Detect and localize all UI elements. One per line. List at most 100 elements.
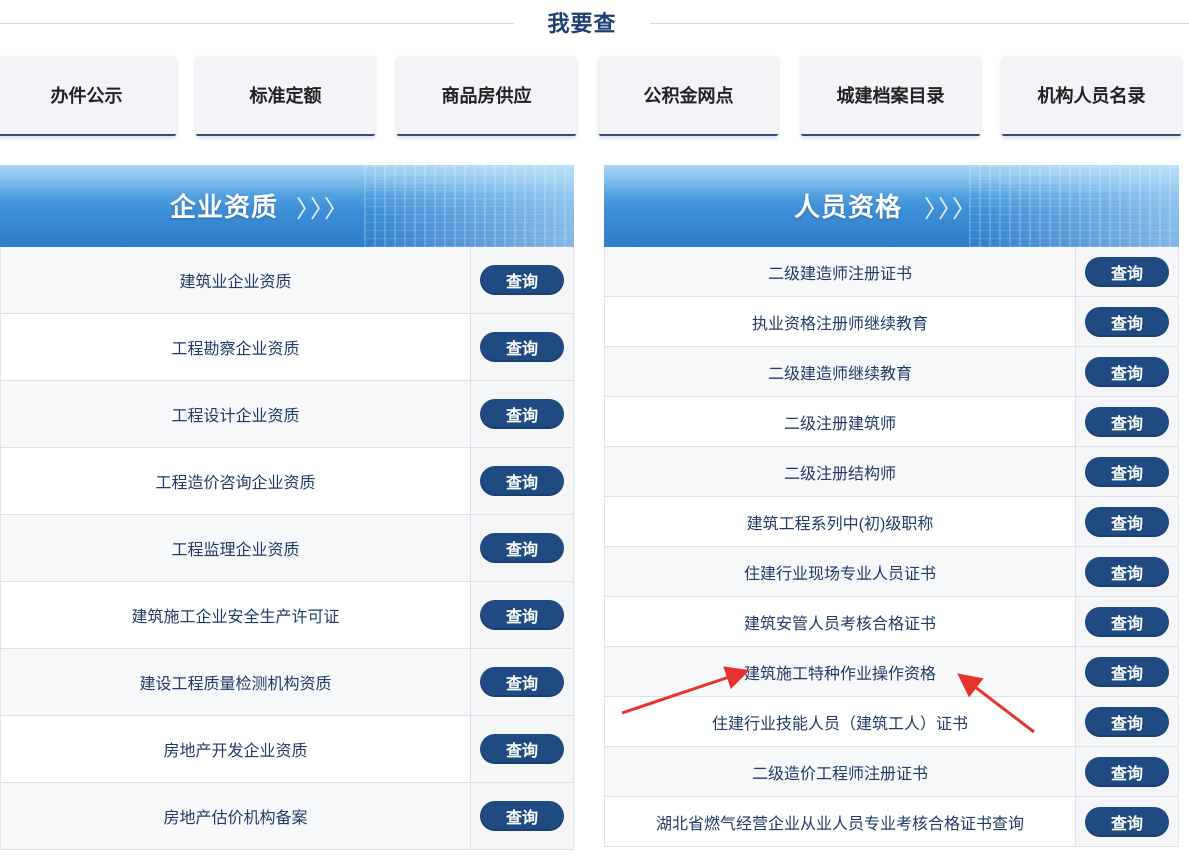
query-button[interactable]: 查询: [480, 265, 564, 295]
row-action-cell: 查询: [1076, 497, 1178, 546]
row-label: 二级注册结构师: [605, 447, 1076, 496]
row-action-cell: 查询: [471, 716, 573, 782]
title-divider-right: [650, 23, 1189, 24]
table-row: 执业资格注册师继续教育 查询: [605, 297, 1178, 347]
row-label: 工程勘察企业资质: [1, 314, 471, 380]
section-header: 我要查: [0, 0, 1189, 42]
query-button[interactable]: 查询: [1085, 406, 1169, 437]
row-action-cell: 查询: [1076, 397, 1178, 446]
table-row: 住建行业现场专业人员证书 查询: [605, 547, 1178, 597]
row-label: 工程监理企业资质: [1, 515, 471, 581]
query-button[interactable]: 查询: [480, 801, 564, 831]
personnel-banner-title: 人员资格: [794, 193, 903, 223]
chevron-right-icon: 〉〉〉: [296, 196, 350, 223]
quick-link-gongjijin[interactable]: 公积金网点: [599, 56, 778, 136]
row-label: 建筑施工企业安全生产许可证: [1, 582, 471, 648]
query-button[interactable]: 查询: [1085, 556, 1169, 587]
query-button[interactable]: 查询: [1085, 756, 1169, 787]
quick-link-jigou[interactable]: 机构人员名录: [1002, 56, 1181, 136]
row-label: 二级造价工程师注册证书: [605, 747, 1076, 796]
row-action-cell: 查询: [1076, 747, 1178, 796]
row-action-cell: 查询: [471, 515, 573, 581]
table-row: 房地产估价机构备案 查询: [1, 783, 573, 850]
personnel-qualification-panel: 人员资格 〉〉〉 二级建造师注册证书 查询 执业资格注册师继续教育 查询 二级建造师继续…: [604, 165, 1179, 847]
table-row: 建筑业企业资质 查询: [1, 247, 573, 314]
query-button[interactable]: 查询: [1085, 706, 1169, 737]
table-row: 二级建造师继续教育 查询: [605, 347, 1178, 397]
row-label: 建筑业企业资质: [1, 247, 471, 313]
table-row: 住建行业技能人员（建筑工人）证书 查询: [605, 697, 1178, 747]
table-row: 工程造价咨询企业资质 查询: [1, 448, 573, 515]
row-label: 湖北省燃气经营企业从业人员专业考核合格证书查询: [605, 797, 1076, 846]
table-row: 房地产开发企业资质 查询: [1, 716, 573, 783]
table-row: 建筑施工企业安全生产许可证 查询: [1, 582, 573, 649]
row-action-cell: 查询: [471, 783, 573, 849]
enterprise-banner: 企业资质 〉〉〉: [0, 165, 574, 247]
table-row: 二级造价工程师注册证书 查询: [605, 747, 1178, 797]
quick-link-chengjian[interactable]: 城建档案目录: [801, 56, 980, 136]
query-button[interactable]: 查询: [480, 734, 564, 764]
row-action-cell: 查询: [471, 649, 573, 715]
table-row: 建筑施工特种作业操作资格 查询: [605, 647, 1178, 697]
row-label: 工程造价咨询企业资质: [1, 448, 471, 514]
row-action-cell: 查询: [471, 381, 573, 447]
table-row: 工程勘察企业资质 查询: [1, 314, 573, 381]
row-action-cell: 查询: [471, 314, 573, 380]
section-title: 我要查: [547, 11, 617, 36]
table-row: 建筑安管人员考核合格证书 查询: [605, 597, 1178, 647]
table-row: 工程监理企业资质 查询: [1, 515, 573, 582]
query-button[interactable]: 查询: [480, 466, 564, 496]
table-row: 建设工程质量检测机构资质 查询: [1, 649, 573, 716]
row-action-cell: 查询: [471, 582, 573, 648]
query-button[interactable]: 查询: [1085, 306, 1169, 337]
row-label: 住建行业现场专业人员证书: [605, 547, 1076, 596]
row-action-cell: 查询: [1076, 647, 1178, 696]
query-button[interactable]: 查询: [480, 332, 564, 362]
quick-link-shangpinfang[interactable]: 商品房供应: [397, 56, 576, 136]
table-row: 建筑工程系列中(初)级职称 查询: [605, 497, 1178, 547]
row-action-cell: 查询: [1076, 697, 1178, 746]
personnel-list: 二级建造师注册证书 查询 执业资格注册师继续教育 查询 二级建造师继续教育 查询 二级注册建…: [604, 247, 1179, 847]
query-button[interactable]: 查询: [1085, 256, 1169, 287]
row-label: 住建行业技能人员（建筑工人）证书: [605, 697, 1076, 746]
row-label: 工程设计企业资质: [1, 381, 471, 447]
row-label: 建设工程质量检测机构资质: [1, 649, 471, 715]
row-label: 二级注册建筑师: [605, 397, 1076, 446]
row-label: 建筑施工特种作业操作资格: [605, 647, 1076, 696]
row-action-cell: 查询: [1076, 297, 1178, 346]
row-action-cell: 查询: [1076, 797, 1178, 846]
row-label: 二级建造师注册证书: [605, 247, 1076, 296]
table-row: 湖北省燃气经营企业从业人员专业考核合格证书查询 查询: [605, 797, 1178, 847]
query-button[interactable]: 查询: [480, 667, 564, 697]
enterprise-qualification-panel: 企业资质 〉〉〉 建筑业企业资质 查询 工程勘察企业资质 查询 工程设计企业资质 查询 工程…: [0, 165, 574, 850]
table-row: 二级建造师注册证书 查询: [605, 247, 1178, 297]
query-button[interactable]: 查询: [480, 399, 564, 429]
row-action-cell: 查询: [471, 247, 573, 313]
quick-link-biaozhun[interactable]: 标准定额: [196, 56, 375, 136]
query-button[interactable]: 查询: [1085, 456, 1169, 487]
query-button[interactable]: 查询: [1085, 356, 1169, 387]
row-label: 建筑工程系列中(初)级职称: [605, 497, 1076, 546]
row-action-cell: 查询: [1076, 247, 1178, 296]
personnel-banner: 人员资格 〉〉〉: [604, 165, 1179, 247]
table-row: 二级注册结构师 查询: [605, 447, 1178, 497]
chevron-right-icon: 〉〉〉: [924, 196, 978, 223]
query-button[interactable]: 查询: [480, 600, 564, 630]
table-row: 二级注册建筑师 查询: [605, 397, 1178, 447]
row-action-cell: 查询: [1076, 447, 1178, 496]
table-row: 工程设计企业资质 查询: [1, 381, 573, 448]
row-action-cell: 查询: [471, 448, 573, 514]
row-action-cell: 查询: [1076, 547, 1178, 596]
row-label: 执业资格注册师继续教育: [605, 297, 1076, 346]
enterprise-banner-title: 企业资质: [170, 193, 279, 223]
quick-link-banjian[interactable]: 办件公示: [0, 56, 176, 136]
query-button[interactable]: 查询: [480, 533, 564, 563]
row-action-cell: 查询: [1076, 597, 1178, 646]
building-graphic: [364, 165, 574, 247]
query-button[interactable]: 查询: [1085, 806, 1169, 837]
query-button[interactable]: 查询: [1085, 606, 1169, 637]
query-button[interactable]: 查询: [1085, 656, 1169, 687]
query-button[interactable]: 查询: [1085, 506, 1169, 537]
business-graphic: [969, 165, 1179, 247]
row-label: 二级建造师继续教育: [605, 347, 1076, 396]
